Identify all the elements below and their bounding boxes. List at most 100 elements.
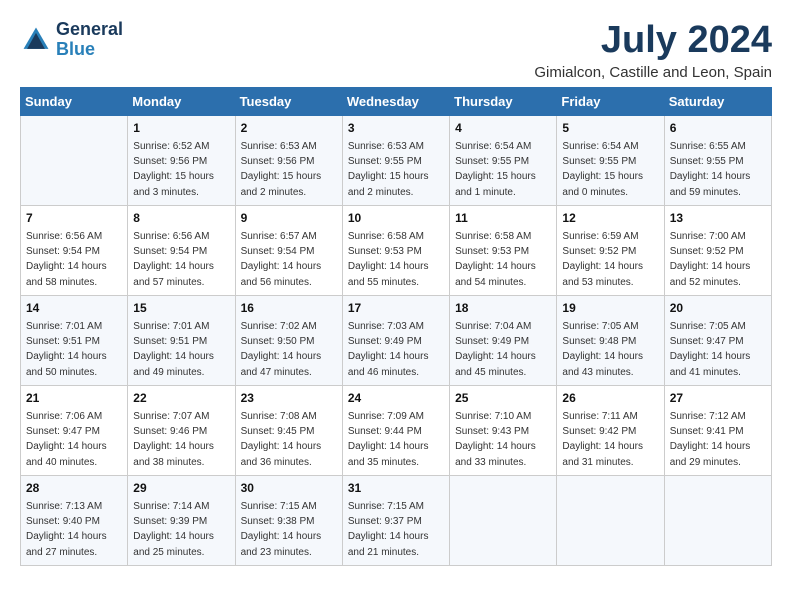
table-row: 17 Sunrise: 7:03 AMSunset: 9:49 PMDaylig…: [342, 295, 449, 385]
day-detail: Sunrise: 6:52 AMSunset: 9:56 PMDaylight:…: [133, 141, 214, 198]
table-row: 23 Sunrise: 7:08 AMSunset: 9:45 PMDaylig…: [235, 385, 342, 475]
logo-line1: General: [56, 19, 123, 39]
day-number: 15: [133, 300, 229, 317]
calendar-table: Sunday Monday Tuesday Wednesday Thursday…: [20, 87, 772, 566]
day-number: 14: [26, 300, 122, 317]
table-row: [21, 115, 128, 205]
day-number: 13: [670, 210, 766, 227]
table-row: 19 Sunrise: 7:05 AMSunset: 9:48 PMDaylig…: [557, 295, 664, 385]
day-detail: Sunrise: 6:53 AMSunset: 9:55 PMDaylight:…: [348, 141, 429, 198]
day-number: 9: [241, 210, 337, 227]
title-block: July 2024 Gimialcon, Castille and Leon, …: [534, 20, 772, 81]
table-row: 1 Sunrise: 6:52 AMSunset: 9:56 PMDayligh…: [128, 115, 235, 205]
logo-line2: Blue: [56, 39, 95, 59]
calendar-week-row: 21 Sunrise: 7:06 AMSunset: 9:47 PMDaylig…: [21, 385, 772, 475]
day-number: 8: [133, 210, 229, 227]
day-number: 6: [670, 120, 766, 137]
day-number: 25: [455, 390, 551, 407]
table-row: 10 Sunrise: 6:58 AMSunset: 9:53 PMDaylig…: [342, 205, 449, 295]
day-detail: Sunrise: 6:58 AMSunset: 9:53 PMDaylight:…: [455, 231, 536, 288]
day-number: 26: [562, 390, 658, 407]
day-detail: Sunrise: 6:59 AMSunset: 9:52 PMDaylight:…: [562, 231, 643, 288]
table-row: 5 Sunrise: 6:54 AMSunset: 9:55 PMDayligh…: [557, 115, 664, 205]
table-row: 6 Sunrise: 6:55 AMSunset: 9:55 PMDayligh…: [664, 115, 771, 205]
day-detail: Sunrise: 7:01 AMSunset: 9:51 PMDaylight:…: [133, 321, 214, 378]
table-row: 31 Sunrise: 7:15 AMSunset: 9:37 PMDaylig…: [342, 475, 449, 565]
day-detail: Sunrise: 7:10 AMSunset: 9:43 PMDaylight:…: [455, 411, 536, 468]
day-number: 19: [562, 300, 658, 317]
day-number: 28: [26, 480, 122, 497]
day-number: 7: [26, 210, 122, 227]
day-detail: Sunrise: 7:12 AMSunset: 9:41 PMDaylight:…: [670, 411, 751, 468]
day-number: 11: [455, 210, 551, 227]
day-detail: Sunrise: 7:08 AMSunset: 9:45 PMDaylight:…: [241, 411, 322, 468]
day-detail: Sunrise: 7:11 AMSunset: 9:42 PMDaylight:…: [562, 411, 643, 468]
table-row: 18 Sunrise: 7:04 AMSunset: 9:49 PMDaylig…: [450, 295, 557, 385]
table-row: [557, 475, 664, 565]
table-row: 27 Sunrise: 7:12 AMSunset: 9:41 PMDaylig…: [664, 385, 771, 475]
day-detail: Sunrise: 7:06 AMSunset: 9:47 PMDaylight:…: [26, 411, 107, 468]
day-number: 21: [26, 390, 122, 407]
table-row: 13 Sunrise: 7:00 AMSunset: 9:52 PMDaylig…: [664, 205, 771, 295]
table-row: 24 Sunrise: 7:09 AMSunset: 9:44 PMDaylig…: [342, 385, 449, 475]
day-number: 27: [670, 390, 766, 407]
day-number: 4: [455, 120, 551, 137]
table-row: 28 Sunrise: 7:13 AMSunset: 9:40 PMDaylig…: [21, 475, 128, 565]
day-detail: Sunrise: 7:15 AMSunset: 9:37 PMDaylight:…: [348, 501, 429, 558]
day-detail: Sunrise: 7:00 AMSunset: 9:52 PMDaylight:…: [670, 231, 751, 288]
day-number: 1: [133, 120, 229, 137]
calendar-week-row: 7 Sunrise: 6:56 AMSunset: 9:54 PMDayligh…: [21, 205, 772, 295]
day-detail: Sunrise: 7:04 AMSunset: 9:49 PMDaylight:…: [455, 321, 536, 378]
header-saturday: Saturday: [664, 87, 771, 115]
day-detail: Sunrise: 7:07 AMSunset: 9:46 PMDaylight:…: [133, 411, 214, 468]
day-detail: Sunrise: 6:54 AMSunset: 9:55 PMDaylight:…: [562, 141, 643, 198]
day-number: 10: [348, 210, 444, 227]
day-number: 18: [455, 300, 551, 317]
calendar-week-row: 1 Sunrise: 6:52 AMSunset: 9:56 PMDayligh…: [21, 115, 772, 205]
table-row: 22 Sunrise: 7:07 AMSunset: 9:46 PMDaylig…: [128, 385, 235, 475]
day-detail: Sunrise: 7:05 AMSunset: 9:47 PMDaylight:…: [670, 321, 751, 378]
table-row: [450, 475, 557, 565]
calendar-week-row: 14 Sunrise: 7:01 AMSunset: 9:51 PMDaylig…: [21, 295, 772, 385]
logo-icon: [20, 24, 52, 56]
day-detail: Sunrise: 6:58 AMSunset: 9:53 PMDaylight:…: [348, 231, 429, 288]
table-row: 3 Sunrise: 6:53 AMSunset: 9:55 PMDayligh…: [342, 115, 449, 205]
day-detail: Sunrise: 7:02 AMSunset: 9:50 PMDaylight:…: [241, 321, 322, 378]
table-row: 16 Sunrise: 7:02 AMSunset: 9:50 PMDaylig…: [235, 295, 342, 385]
day-detail: Sunrise: 7:13 AMSunset: 9:40 PMDaylight:…: [26, 501, 107, 558]
page-header: General Blue July 2024 Gimialcon, Castil…: [20, 20, 772, 81]
day-number: 24: [348, 390, 444, 407]
day-detail: Sunrise: 6:55 AMSunset: 9:55 PMDaylight:…: [670, 141, 751, 198]
day-detail: Sunrise: 7:05 AMSunset: 9:48 PMDaylight:…: [562, 321, 643, 378]
day-number: 3: [348, 120, 444, 137]
logo-text: General Blue: [56, 20, 123, 60]
header-friday: Friday: [557, 87, 664, 115]
day-number: 5: [562, 120, 658, 137]
table-row: 12 Sunrise: 6:59 AMSunset: 9:52 PMDaylig…: [557, 205, 664, 295]
table-row: 21 Sunrise: 7:06 AMSunset: 9:47 PMDaylig…: [21, 385, 128, 475]
table-row: 29 Sunrise: 7:14 AMSunset: 9:39 PMDaylig…: [128, 475, 235, 565]
day-number: 16: [241, 300, 337, 317]
day-number: 31: [348, 480, 444, 497]
table-row: 26 Sunrise: 7:11 AMSunset: 9:42 PMDaylig…: [557, 385, 664, 475]
day-detail: Sunrise: 6:57 AMSunset: 9:54 PMDaylight:…: [241, 231, 322, 288]
header-sunday: Sunday: [21, 87, 128, 115]
location: Gimialcon, Castille and Leon, Spain: [534, 64, 772, 81]
table-row: [664, 475, 771, 565]
day-number: 22: [133, 390, 229, 407]
calendar-week-row: 28 Sunrise: 7:13 AMSunset: 9:40 PMDaylig…: [21, 475, 772, 565]
day-number: 17: [348, 300, 444, 317]
table-row: 8 Sunrise: 6:56 AMSunset: 9:54 PMDayligh…: [128, 205, 235, 295]
day-detail: Sunrise: 7:09 AMSunset: 9:44 PMDaylight:…: [348, 411, 429, 468]
day-number: 2: [241, 120, 337, 137]
table-row: 11 Sunrise: 6:58 AMSunset: 9:53 PMDaylig…: [450, 205, 557, 295]
table-row: 25 Sunrise: 7:10 AMSunset: 9:43 PMDaylig…: [450, 385, 557, 475]
day-number: 23: [241, 390, 337, 407]
day-number: 29: [133, 480, 229, 497]
day-detail: Sunrise: 6:54 AMSunset: 9:55 PMDaylight:…: [455, 141, 536, 198]
table-row: 20 Sunrise: 7:05 AMSunset: 9:47 PMDaylig…: [664, 295, 771, 385]
day-detail: Sunrise: 6:56 AMSunset: 9:54 PMDaylight:…: [26, 231, 107, 288]
day-number: 30: [241, 480, 337, 497]
calendar-header-row: Sunday Monday Tuesday Wednesday Thursday…: [21, 87, 772, 115]
day-detail: Sunrise: 6:56 AMSunset: 9:54 PMDaylight:…: [133, 231, 214, 288]
